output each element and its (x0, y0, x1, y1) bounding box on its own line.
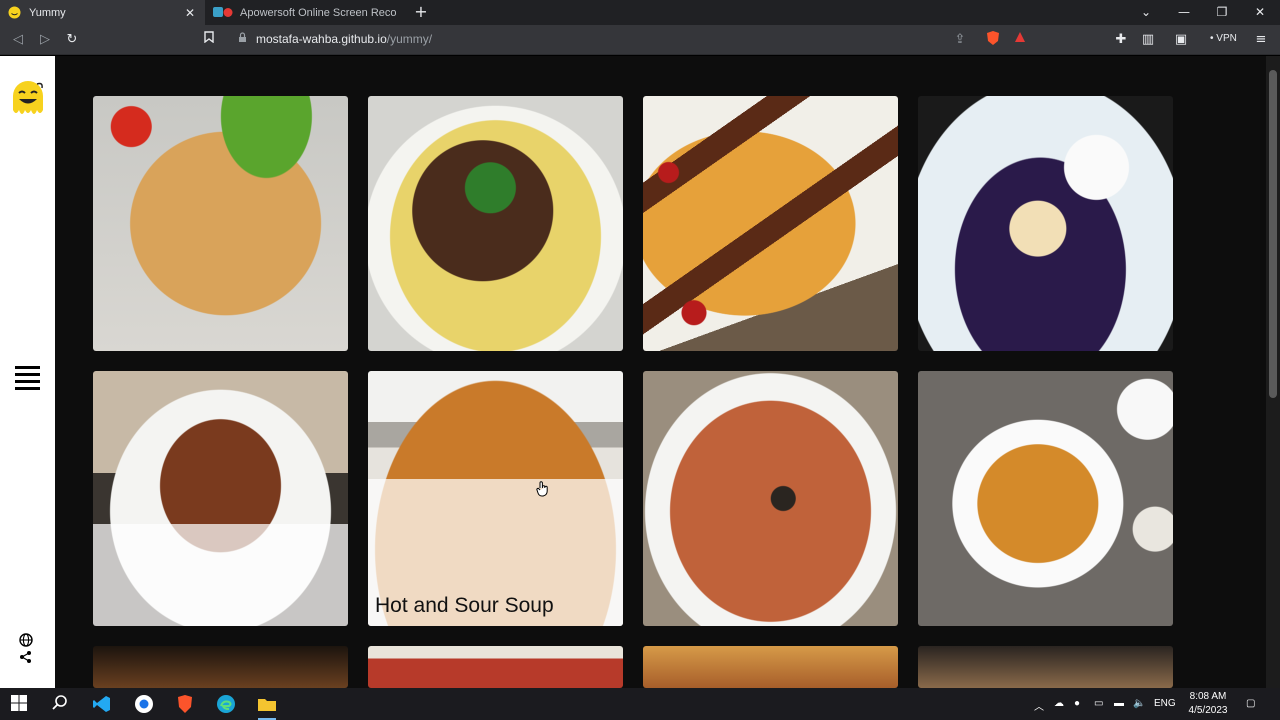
page-content: Hot and Sour Soup (0, 56, 1280, 688)
lock-icon[interactable] (232, 30, 252, 50)
restore-icon[interactable]: ❐ (1203, 0, 1241, 25)
globe-icon[interactable] (19, 632, 35, 648)
meal-image-blueberry-cobbler (918, 96, 1173, 351)
brave-rewards-icon[interactable] (1010, 30, 1030, 50)
new-tab-icon[interactable]: + (413, 2, 429, 22)
minimize-icon[interactable]: — (1165, 0, 1203, 25)
meal-image (93, 646, 348, 688)
windows-taskbar: ︿ ☁ ● ▭ ▬ 🔈 ENG 8:08 AM 4/5/2023 ▢ (0, 688, 1280, 720)
meal-image (643, 646, 898, 688)
url-host: mostafa-wahba.github.io (256, 32, 387, 46)
bookmark-icon[interactable] (199, 30, 219, 50)
meal-card[interactable] (918, 371, 1173, 626)
meal-card[interactable] (918, 646, 1173, 688)
meal-card[interactable] (93, 96, 348, 351)
forward-icon[interactable]: ▷ (35, 30, 55, 50)
share-nodes-icon[interactable] (19, 649, 35, 665)
tab-close-icon[interactable]: ✕ (183, 6, 197, 20)
tab-apowersoft[interactable]: Apowersoft Online Screen Recorde (205, 0, 405, 25)
sidebar-toggle-icon[interactable]: ▥ (1138, 30, 1158, 50)
side-nav (0, 56, 55, 688)
search-icon[interactable] (51, 694, 71, 714)
chrome-icon[interactable] (134, 694, 154, 714)
system-clock[interactable]: 8:08 AM 4/5/2023 (1178, 690, 1238, 718)
meal-card[interactable] (368, 96, 623, 351)
tab-yummy[interactable]: Yummy ✕ (0, 0, 205, 25)
page-scrollbar[interactable] (1266, 56, 1280, 688)
meal-card[interactable] (643, 96, 898, 351)
scroll-thumb[interactable] (1269, 70, 1277, 398)
close-window-icon[interactable]: ✕ (1241, 0, 1279, 25)
notifications-icon[interactable]: ▢ (1246, 698, 1255, 709)
hand-cursor-icon (536, 481, 548, 497)
file-explorer-icon[interactable] (257, 694, 277, 714)
meal-image-seafood-stew (643, 371, 898, 626)
meal-card[interactable] (93, 371, 348, 626)
extensions-icon[interactable]: ✚ (1111, 30, 1131, 50)
clock-time: 8:08 AM (1189, 691, 1227, 702)
reload-icon[interactable]: ↻ (62, 30, 82, 50)
brave-browser-icon[interactable] (175, 694, 195, 714)
browser-window: Yummy ✕ Apowersoft Online Screen Recorde… (0, 0, 1280, 720)
tab-title: Apowersoft Online Screen Recorde (240, 6, 397, 19)
meal-card[interactable] (918, 96, 1173, 351)
apowersoft-favicon-icon (213, 6, 233, 19)
tab-search-chevron-icon[interactable]: ⌄ (1127, 0, 1165, 25)
clock-date: 4/5/2023 (1188, 705, 1228, 716)
url-path: /yummy/ (386, 32, 433, 46)
card-hover-overlay (93, 524, 348, 626)
yummy-logo-icon[interactable] (9, 80, 47, 120)
security-icon[interactable]: ● (1074, 698, 1080, 709)
tab-title: Yummy (29, 6, 66, 19)
battery-icon[interactable]: ▬ (1114, 698, 1124, 709)
meal-image-pasta (368, 96, 623, 351)
meal-card[interactable] (93, 646, 348, 688)
meal-image-toad-in-hole (643, 96, 898, 351)
meal-image-mapo-tofu (918, 371, 1173, 626)
meal-image (368, 646, 623, 688)
meal-image-sandwich (93, 96, 348, 351)
onedrive-icon[interactable]: ☁ (1054, 698, 1064, 709)
meal-card-hot-and-sour-soup[interactable]: Hot and Sour Soup (368, 371, 623, 626)
back-icon[interactable]: ◁ (8, 30, 28, 50)
yummy-favicon-icon (8, 6, 21, 19)
browser-toolbar: ◁ ▷ ↻ mostafa-wahba.github.io/yummy/ ⇪ ✚… (0, 25, 1280, 55)
tray-chevron-icon[interactable]: ︿ (1034, 698, 1044, 713)
vpn-button[interactable]: • VPN (1210, 33, 1237, 44)
vpn-label: VPN (1216, 33, 1237, 44)
windows-start-icon[interactable] (10, 694, 30, 714)
display-icon[interactable]: ▭ (1094, 698, 1103, 709)
vscode-icon[interactable] (92, 694, 112, 714)
meal-card[interactable] (368, 646, 623, 688)
menu-icon[interactable]: ≡ (1251, 30, 1271, 50)
wallet-icon[interactable]: ▣ (1171, 30, 1191, 50)
meal-caption: Hot and Sour Soup (375, 594, 554, 617)
brave-shield-icon[interactable] (983, 30, 1003, 50)
meal-card[interactable] (643, 371, 898, 626)
share-icon[interactable]: ⇪ (950, 30, 970, 50)
tab-strip: Yummy ✕ Apowersoft Online Screen Recorde… (0, 0, 1280, 25)
language-indicator[interactable]: ENG (1154, 698, 1176, 709)
volume-icon[interactable]: 🔈 (1133, 698, 1145, 709)
meal-card[interactable] (643, 646, 898, 688)
meal-image (918, 646, 1173, 688)
hamburger-menu-icon[interactable] (15, 366, 40, 391)
edge-icon[interactable] (216, 694, 236, 714)
address-bar[interactable]: mostafa-wahba.github.io/yummy/ (256, 32, 432, 46)
